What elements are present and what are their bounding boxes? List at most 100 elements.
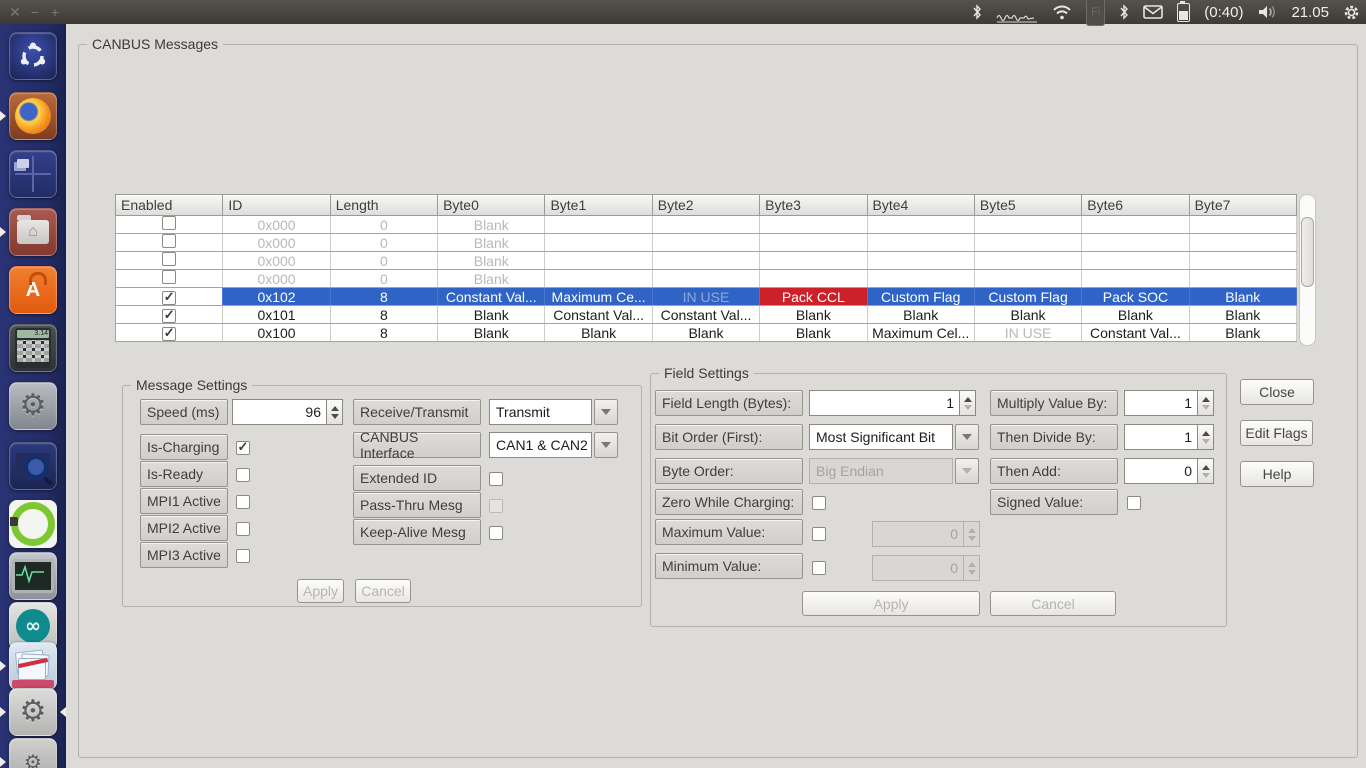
table-cell[interactable] — [652, 234, 759, 252]
table-cell[interactable] — [1189, 216, 1296, 234]
launcher-item-firefox[interactable] — [9, 92, 57, 140]
window-maximize-button[interactable]: + — [46, 3, 64, 21]
column-header-enabled[interactable]: Enabled — [116, 195, 223, 216]
table-cell[interactable]: Blank — [1189, 288, 1296, 306]
table-cell[interactable]: 0x000 — [223, 252, 330, 270]
launcher-item-screenshot-lens[interactable] — [9, 442, 57, 490]
table-cell[interactable] — [545, 216, 652, 234]
column-header-id[interactable]: ID — [223, 195, 330, 216]
table-cell[interactable] — [652, 270, 759, 288]
table-cell[interactable]: 0x102 — [223, 288, 330, 306]
enabled-cell[interactable] — [116, 216, 223, 234]
table-cell[interactable] — [1082, 270, 1189, 288]
mail-icon[interactable] — [1143, 0, 1163, 24]
edit-flags-button[interactable]: Edit Flags — [1240, 420, 1313, 446]
enabled-checkbox[interactable] — [162, 291, 176, 305]
table-cell[interactable]: 0 — [330, 270, 437, 288]
session-gear-icon[interactable] — [1343, 0, 1360, 24]
column-header-byte1[interactable]: Byte1 — [545, 195, 652, 216]
table-cell[interactable] — [974, 216, 1081, 234]
column-header-byte6[interactable]: Byte6 — [1082, 195, 1189, 216]
bit-order-combo[interactable]: Most Significant Bit — [809, 424, 979, 450]
table-cell[interactable]: Blank — [760, 324, 867, 342]
table-cell[interactable] — [1189, 234, 1296, 252]
enabled-cell[interactable] — [116, 234, 223, 252]
table-cell[interactable]: Blank — [867, 306, 974, 324]
table-cell[interactable]: Blank — [1082, 306, 1189, 324]
bit-order-dropdown-button[interactable] — [955, 424, 979, 450]
receive-transmit-dropdown-button[interactable] — [594, 399, 618, 425]
clock[interactable]: 21.05 — [1291, 4, 1329, 21]
window-minimize-button[interactable]: − — [26, 3, 44, 21]
toggle-is-charging-checkbox[interactable] — [236, 441, 250, 455]
divide-spin-buttons[interactable] — [1197, 424, 1214, 450]
toggle-keep-alive-mesg-checkbox[interactable] — [489, 526, 503, 540]
enabled-checkbox[interactable] — [162, 327, 176, 341]
table-cell[interactable]: Constant Val... — [652, 306, 759, 324]
table-cell[interactable] — [1082, 216, 1189, 234]
table-cell[interactable]: Blank — [760, 306, 867, 324]
message-cancel-button[interactable]: Cancel — [355, 579, 411, 603]
enabled-checkbox[interactable] — [162, 309, 176, 323]
launcher-item-workspaces[interactable] — [9, 150, 57, 198]
canbus-interface-dropdown-button[interactable] — [594, 432, 618, 458]
table-cell[interactable]: 0 — [330, 234, 437, 252]
divide-spinbox[interactable]: 1 — [1124, 424, 1214, 450]
table-row[interactable]: 0x1028Constant Val...Maximum Ce...IN USE… — [116, 288, 1297, 306]
table-row[interactable]: 0x0000Blank — [116, 270, 1297, 288]
enabled-cell[interactable] — [116, 306, 223, 324]
enabled-cell[interactable] — [116, 270, 223, 288]
speed-spinbox[interactable]: 96 — [232, 399, 343, 425]
toggle-is-ready-checkbox[interactable] — [236, 468, 250, 482]
table-cell[interactable]: IN USE — [652, 288, 759, 306]
table-cell[interactable] — [1082, 252, 1189, 270]
table-cell[interactable]: Blank — [438, 324, 545, 342]
launcher-item-dash[interactable] — [9, 32, 57, 80]
maximum-value-spinbox[interactable]: 0 — [872, 521, 980, 547]
table-cell[interactable] — [545, 234, 652, 252]
table-cell[interactable]: Pack CCL — [760, 288, 867, 306]
table-cell[interactable] — [867, 270, 974, 288]
table-cell[interactable]: Blank — [652, 324, 759, 342]
minimum-value-checkbox[interactable] — [812, 561, 826, 575]
column-header-byte2[interactable]: Byte2 — [652, 195, 759, 216]
table-cell[interactable] — [974, 270, 1081, 288]
table-cell[interactable]: 0 — [330, 216, 437, 234]
table-cell[interactable] — [545, 270, 652, 288]
receive-transmit-combo[interactable]: Transmit — [489, 399, 618, 425]
speed-spin-buttons[interactable] — [326, 399, 343, 425]
column-header-byte4[interactable]: Byte4 — [867, 195, 974, 216]
table-scrollbar[interactable] — [1299, 194, 1316, 346]
enabled-cell[interactable] — [116, 252, 223, 270]
table-row[interactable]: 0x0000Blank — [116, 216, 1297, 234]
table-cell[interactable] — [652, 216, 759, 234]
window-close-button[interactable]: ✕ — [6, 3, 24, 21]
column-header-byte0[interactable]: Byte0 — [438, 195, 545, 216]
column-header-byte7[interactable]: Byte7 — [1189, 195, 1296, 216]
column-header-byte3[interactable]: Byte3 — [760, 195, 867, 216]
table-row[interactable]: 0x0000Blank — [116, 234, 1297, 252]
help-button[interactable]: Help — [1240, 461, 1314, 487]
table-cell[interactable]: Constant Val... — [438, 288, 545, 306]
field-apply-button[interactable]: Apply — [802, 591, 980, 616]
table-cell[interactable]: 0x000 — [223, 216, 330, 234]
toggle-mpi1-active-checkbox[interactable] — [236, 495, 250, 509]
enabled-checkbox[interactable] — [162, 270, 176, 284]
close-button[interactable]: Close — [1240, 379, 1314, 405]
table-row[interactable]: 0x0000Blank — [116, 252, 1297, 270]
table-cell[interactable] — [1189, 270, 1296, 288]
table-cell[interactable]: 0 — [330, 252, 437, 270]
table-cell[interactable]: Blank — [438, 306, 545, 324]
table-cell[interactable]: Blank — [438, 234, 545, 252]
table-cell[interactable] — [760, 216, 867, 234]
table-cell[interactable] — [760, 234, 867, 252]
byte-order-dropdown-button[interactable] — [955, 458, 979, 484]
table-cell[interactable]: Blank — [438, 270, 545, 288]
enabled-checkbox[interactable] — [162, 216, 176, 230]
table-cell[interactable]: Custom Flag — [974, 288, 1081, 306]
launcher-item-green-ring-app[interactable] — [9, 500, 57, 548]
table-row[interactable]: 0x1008BlankBlankBlankBlankMaximum Cel...… — [116, 324, 1297, 342]
table-cell[interactable] — [974, 234, 1081, 252]
canbus-interface-combo[interactable]: CAN1 & CAN2 — [489, 432, 618, 458]
scrollbar-thumb[interactable] — [1301, 217, 1314, 287]
